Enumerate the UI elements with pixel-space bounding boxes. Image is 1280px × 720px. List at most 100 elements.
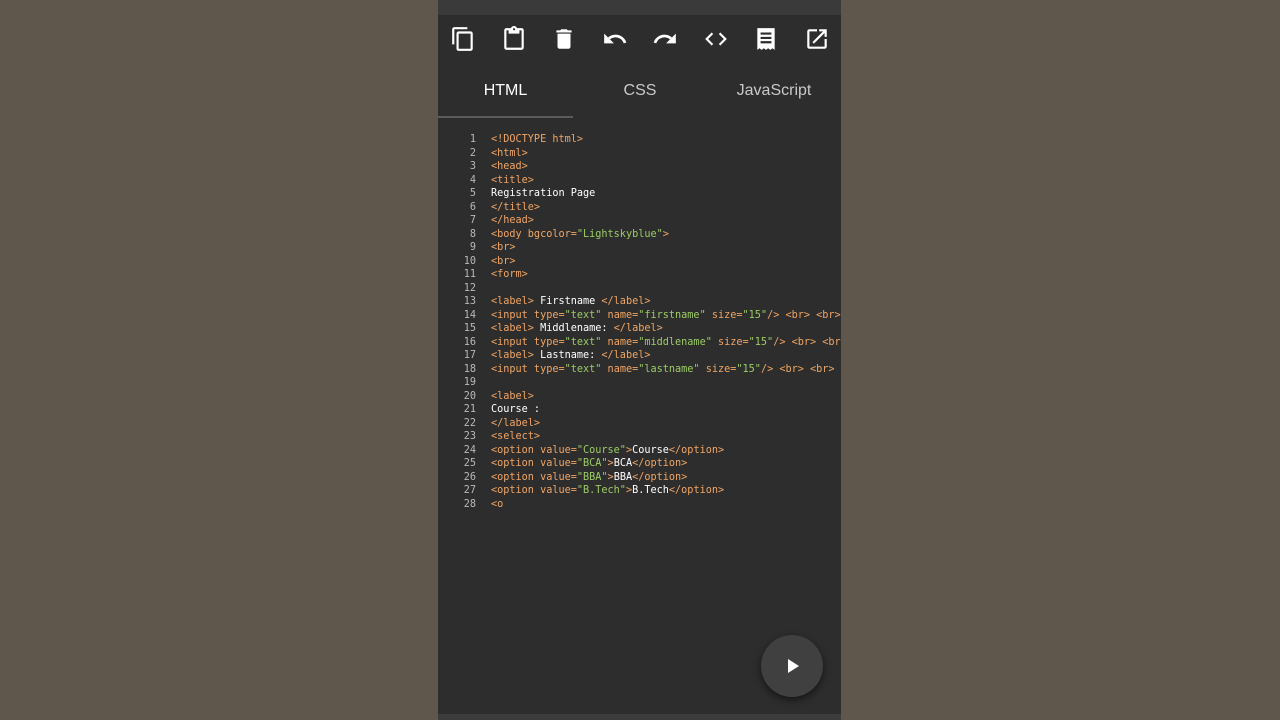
code-token: <body bgcolor= xyxy=(491,228,577,240)
code-token: name= xyxy=(601,363,639,375)
code-token: </option> xyxy=(632,458,688,469)
code-text: <input type="text" name="middlename" siz… xyxy=(491,336,841,350)
code-line: 14 <input type="text" name="firstname" si… xyxy=(438,309,841,323)
code-token: BCA xyxy=(613,458,633,469)
toolbar xyxy=(438,18,841,60)
paste-icon xyxy=(504,26,524,50)
open-external-icon xyxy=(807,29,827,49)
line-number: 28 xyxy=(463,498,476,510)
code-line: 23 <select> xyxy=(438,430,841,444)
format-icon xyxy=(757,28,775,50)
code-line: 12 xyxy=(438,282,841,296)
line-number: 21 xyxy=(463,404,476,415)
code-line: 21 Course : xyxy=(438,403,841,417)
format-button[interactable] xyxy=(751,24,781,54)
code-token: </label> xyxy=(601,350,651,361)
redo-icon xyxy=(653,33,676,44)
code-line: 6 </title> xyxy=(438,201,841,215)
code-line: 22 </label> xyxy=(438,417,841,431)
code-text: </label> xyxy=(491,417,540,431)
code-line: 16 <input type="text" name="middlename" s… xyxy=(438,336,841,350)
code-token: size= xyxy=(711,336,749,348)
code-token: "text" xyxy=(564,336,602,348)
code-token: size= xyxy=(705,309,743,321)
code-text: <body bgcolor="Lightskyblue"> xyxy=(491,228,669,242)
line-number: 8 xyxy=(469,228,476,240)
line-number: 24 xyxy=(463,444,476,456)
code-token: <option value= xyxy=(491,444,577,456)
code-token: "15" xyxy=(736,363,761,375)
open-external-button[interactable] xyxy=(802,24,832,54)
code-text: </title> xyxy=(491,201,540,215)
code-token: Middlename: xyxy=(533,323,614,334)
code-text: <head> xyxy=(491,160,528,174)
code-text: <input type="text" name="firstname" size… xyxy=(491,309,841,323)
redo-button[interactable] xyxy=(650,24,680,54)
code-editor-app: HTML CSS JavaScript 1 <!DOCTYPE html> 2 <ht… xyxy=(438,0,841,720)
code-line: 27 <option value="B.Tech">B.Tech</option> xyxy=(438,484,841,498)
code-token: <br> xyxy=(491,255,516,267)
code-text: <input type="text" name="lastname" size=… xyxy=(491,363,835,377)
code-token: </label> xyxy=(613,323,663,334)
code-line: 24 <option value="Course">Course</option> xyxy=(438,444,841,458)
code-token: <label> xyxy=(491,323,534,334)
copy-button[interactable] xyxy=(448,24,478,54)
code-token: <form> xyxy=(491,269,528,280)
code-text: <label> xyxy=(491,390,534,404)
undo-button[interactable] xyxy=(600,24,630,54)
code-editor[interactable]: 1 <!DOCTYPE html> 2 <html> 3 <head> 4 <title> 5 R… xyxy=(438,131,841,551)
language-tabs: HTML CSS JavaScript xyxy=(438,66,841,118)
code-token: <br> xyxy=(491,242,516,253)
code-line: 26 <option value="BBA">BBA</option> xyxy=(438,471,841,485)
code-text: Course : xyxy=(491,403,540,417)
code-token: "15" xyxy=(748,336,774,348)
line-number: 4 xyxy=(469,174,476,186)
line-number: 19 xyxy=(463,377,476,388)
code-line: 10 <br> xyxy=(438,255,841,269)
line-number: 15 xyxy=(463,323,476,334)
code-token: "firstname" xyxy=(638,309,706,321)
line-number: 11 xyxy=(463,269,476,280)
paste-button[interactable] xyxy=(499,24,529,54)
code-token: Registration Page xyxy=(491,188,596,199)
code-text: <o xyxy=(491,498,503,512)
code-token: /> <br> <br> xyxy=(767,309,841,321)
code-token: <option value= xyxy=(491,458,577,469)
code-token: </label> xyxy=(601,296,651,307)
code-token: </title> xyxy=(491,201,541,213)
status-bar xyxy=(438,0,841,15)
code-text: <label> Lastname: </label> xyxy=(491,349,650,363)
code-token: Firstname xyxy=(533,296,602,307)
delete-button[interactable] xyxy=(549,24,579,54)
code-token: <input type= xyxy=(491,336,565,348)
code-token: <title> xyxy=(491,174,534,186)
line-number: 18 xyxy=(463,363,476,375)
line-number: 2 xyxy=(469,147,476,159)
line-number: 23 xyxy=(463,431,476,442)
navigation-bar xyxy=(438,714,841,720)
code-token: "lastname" xyxy=(638,363,700,375)
tab-javascript[interactable]: JavaScript xyxy=(707,66,841,116)
code-line: 11 <form> xyxy=(438,268,841,282)
code-icon xyxy=(705,32,727,46)
code-token: /> <br> <br> xyxy=(760,363,835,375)
code-token: "text" xyxy=(564,309,602,321)
code-line: 5 Registration Page xyxy=(438,187,841,201)
code-text: <!DOCTYPE html> xyxy=(491,133,583,147)
code-token: Lastname: xyxy=(533,350,602,361)
code-text: <html> xyxy=(491,147,528,161)
code-line: 28 <o xyxy=(438,498,841,512)
code-token: size= xyxy=(699,363,737,375)
line-number: 20 xyxy=(463,390,476,402)
copy-icon xyxy=(452,27,473,51)
line-number: 1 xyxy=(469,134,476,145)
run-button[interactable] xyxy=(761,635,823,697)
code-view-button[interactable] xyxy=(701,24,731,54)
tab-html[interactable]: HTML xyxy=(438,66,573,116)
tab-css[interactable]: CSS xyxy=(573,66,707,116)
code-token: </option> xyxy=(668,485,725,496)
code-token: <label> xyxy=(491,350,534,361)
code-token: </head> xyxy=(491,215,534,226)
code-token: "BCA" xyxy=(576,458,608,469)
line-number: 7 xyxy=(469,215,476,226)
